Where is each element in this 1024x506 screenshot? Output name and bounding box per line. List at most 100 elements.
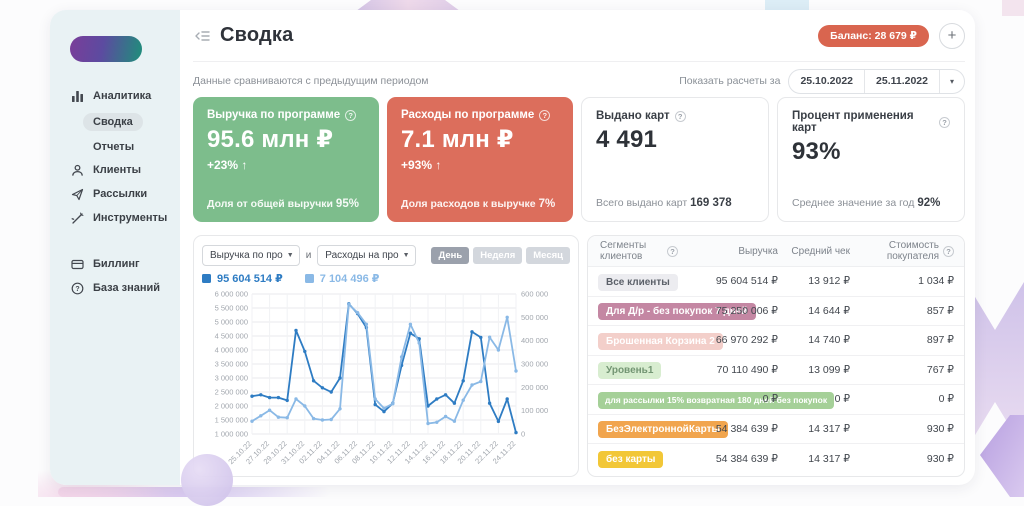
metric-select-left[interactable]: Выручка по про▼ <box>202 245 300 266</box>
kpi-card-cards-issued: Выдано карт? 4 491 Всего выдано карт 169… <box>581 97 769 222</box>
info-icon[interactable]: ? <box>539 110 550 121</box>
decor-corner <box>1002 0 1024 16</box>
cost-value: 0 ₽ <box>850 393 954 405</box>
chart-panel: Выручка по про▼ и Расходы на про▼ День Н… <box>193 235 579 477</box>
sidebar-item-label: Рассылки <box>93 188 147 200</box>
kpi-footer: Среднее значение за год 92% <box>792 197 950 209</box>
sidebar-item-billing[interactable]: Биллинг <box>50 252 180 276</box>
select-joiner: и <box>306 250 312 261</box>
segment-cell: Для Д/р - без покупок 7 дней <box>598 301 678 320</box>
help-circle-icon: ? <box>70 281 84 295</box>
table-row[interactable]: Для Д/р - без покупок 7 дней75 250 006 ₽… <box>588 297 964 327</box>
main-content: Сводка Баланс: 28 679 ₽ + Данные сравнив… <box>180 10 975 485</box>
sidebar-collapse-icon[interactable] <box>195 30 210 42</box>
legend-expenses: 7 104 496 ₽ <box>305 272 380 285</box>
table-row[interactable]: для рассылки 15% возвратная 180 дней без… <box>588 385 964 415</box>
kpi-card-revenue: Выручка по программе? 95.6 млн ₽ +23% ↑ … <box>193 97 379 222</box>
decor-chevron-bottom-right <box>980 415 1024 497</box>
kpi-card-usage-percent: Процент применения карт? 93% Среднее зна… <box>777 97 965 222</box>
sidebar-item-tools[interactable]: Инструменты <box>50 206 180 230</box>
revenue-expenses-chart: 6 000 0005 500 0005 000 0004 500 0004 00… <box>202 288 570 483</box>
column-cost: Стоимость покупателя? <box>850 240 954 262</box>
avg-check-value: 14 317 ₽ <box>778 423 850 435</box>
sidebar-item-knowledge-base[interactable]: ? База знаний <box>50 276 180 300</box>
legend-revenue: 95 604 514 ₽ <box>202 272 283 285</box>
kpi-delta: +93% ↑ <box>401 158 559 172</box>
kpi-title: Выручка по программе <box>207 109 340 121</box>
avg-check-value: 13 099 ₽ <box>778 364 850 376</box>
chart-controls: Выручка по про▼ и Расходы на про▼ День Н… <box>202 244 570 266</box>
revenue-value: 66 970 292 ₽ <box>678 334 778 346</box>
segments-table: Сегменты клиентов? Выручка Средний чек С… <box>587 235 965 477</box>
chevron-down-icon: ▼ <box>287 252 294 259</box>
segment-cell: Уровень1 <box>598 360 678 379</box>
avg-check-value: 13 912 ₽ <box>778 275 850 287</box>
revenue-value: 54 384 639 ₽ <box>678 423 778 435</box>
person-icon <box>70 163 84 177</box>
segment-badge[interactable]: Уровень1 <box>598 362 661 379</box>
table-header: Сегменты клиентов? Выручка Средний чек С… <box>588 236 964 267</box>
period-controls: Показать расчеты за 25.10.2022 25.11.202… <box>679 69 965 94</box>
chevron-down-icon: ▼ <box>403 252 410 259</box>
period-button-day[interactable]: День <box>431 247 469 264</box>
segment-cell: Все клиенты <box>598 272 678 291</box>
header-right: Баланс: 28 679 ₽ + <box>818 23 965 49</box>
period-button-week[interactable]: Неделя <box>473 247 522 264</box>
svg-text:500 000: 500 000 <box>521 313 548 322</box>
sidebar-item-label: База знаний <box>93 282 160 294</box>
date-from-field[interactable]: 25.10.2022 <box>789 75 864 87</box>
sidebar-item-mailings[interactable]: Рассылки <box>50 182 180 206</box>
svg-text:3 000 000: 3 000 000 <box>215 374 248 383</box>
period-button-month[interactable]: Месяц <box>526 247 570 264</box>
info-icon[interactable]: ? <box>667 246 678 257</box>
chart-legend: 95 604 514 ₽ 7 104 496 ₽ <box>202 268 570 288</box>
add-button[interactable]: + <box>939 23 965 49</box>
sidebar-nav: Аналитика Сводка Отчеты Клиенты Рассылки <box>50 84 180 300</box>
sidebar-item-label: Клиенты <box>93 164 141 176</box>
date-to-field[interactable]: 25.11.2022 <box>865 75 939 87</box>
metric-select-right[interactable]: Расходы на про▼ <box>317 245 415 266</box>
sidebar-item-label: Инструменты <box>93 212 167 224</box>
revenue-value: 95 604 514 ₽ <box>678 275 778 287</box>
balance-badge[interactable]: Баланс: 28 679 ₽ <box>818 25 929 47</box>
table-row[interactable]: БезЭлектроннойКарты54 384 639 ₽14 317 ₽9… <box>588 415 964 445</box>
subheader-row: Данные сравниваются с предыдущим периодо… <box>193 66 965 96</box>
kpi-footer: Доля расходов к выручке 7% <box>401 198 559 210</box>
cost-value: 767 ₽ <box>850 364 954 376</box>
svg-text:200 000: 200 000 <box>521 383 548 392</box>
avg-check-value: 0 ₽ <box>778 393 850 405</box>
legend-swatch <box>305 274 314 283</box>
nav-divider <box>50 230 180 252</box>
info-icon[interactable]: ? <box>943 246 954 257</box>
column-avg-check: Средний чек <box>778 246 850 257</box>
info-icon[interactable]: ? <box>939 117 950 128</box>
segment-badge[interactable]: без карты <box>598 451 663 468</box>
sidebar: Аналитика Сводка Отчеты Клиенты Рассылки <box>50 10 180 485</box>
svg-text:?: ? <box>75 286 79 293</box>
bar-chart-icon <box>70 89 84 103</box>
decor-circle <box>181 454 233 506</box>
avg-check-value: 14 317 ₽ <box>778 453 850 465</box>
info-icon[interactable]: ? <box>345 110 356 121</box>
sidebar-item-clients[interactable]: Клиенты <box>50 158 180 182</box>
revenue-value: 75 250 006 ₽ <box>678 305 778 317</box>
page-title: Сводка <box>220 24 293 47</box>
tools-icon <box>70 211 84 225</box>
table-row[interactable]: Все клиенты95 604 514 ₽13 912 ₽1 034 ₽ <box>588 267 964 297</box>
svg-text:0: 0 <box>521 430 525 439</box>
info-icon[interactable]: ? <box>675 111 686 122</box>
sidebar-item-analytics[interactable]: Аналитика <box>50 84 180 108</box>
bottom-row: Выручка по про▼ и Расходы на про▼ День Н… <box>193 235 965 477</box>
table-row[interactable]: Брошенная Корзина 266 970 292 ₽14 740 ₽8… <box>588 326 964 356</box>
chevron-down-icon[interactable]: ▾ <box>940 70 964 93</box>
cost-value: 930 ₽ <box>850 453 954 465</box>
kpi-value: 95.6 млн ₽ <box>207 125 365 154</box>
granularity-buttons: День Неделя Месяц <box>431 247 570 264</box>
sidebar-item-reports[interactable]: Отчеты <box>50 136 180 158</box>
sidebar-item-summary[interactable]: Сводка <box>50 108 180 136</box>
svg-text:100 000: 100 000 <box>521 406 548 415</box>
send-icon <box>70 187 84 201</box>
table-row[interactable]: без карты54 384 639 ₽14 317 ₽930 ₽ <box>588 444 964 474</box>
segment-badge[interactable]: Все клиенты <box>598 274 678 291</box>
table-row[interactable]: Уровень170 110 490 ₽13 099 ₽767 ₽ <box>588 356 964 386</box>
